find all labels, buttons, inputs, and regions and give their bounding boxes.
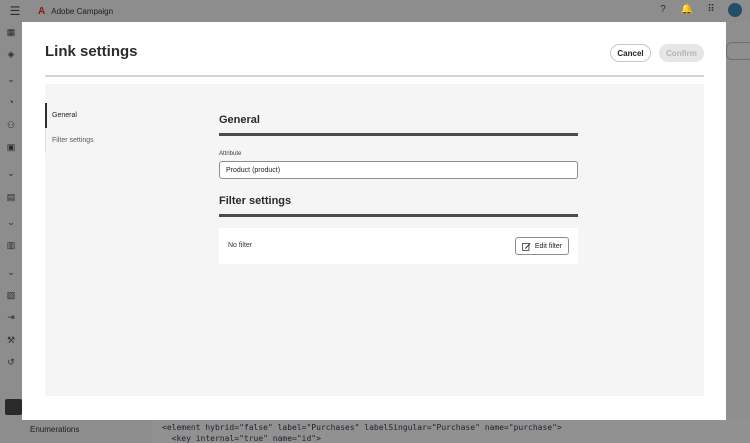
code-line: <element hybrid="false" label="Purchases…	[162, 423, 562, 432]
report-icon[interactable]: ▤	[6, 192, 16, 202]
nav-item-filter-settings[interactable]: Filter settings	[45, 128, 135, 153]
help-icon[interactable]: ?	[656, 3, 670, 17]
chevron-down-icon[interactable]: ⌄	[6, 168, 16, 178]
settings-nav: General Filter settings	[45, 103, 135, 153]
nav-item-label: Filter settings	[52, 137, 94, 144]
enumerations-icon[interactable]: ☷	[6, 402, 16, 412]
cancel-button[interactable]: Cancel	[610, 44, 651, 62]
data-icon[interactable]: ▧	[6, 290, 16, 300]
chevron-down-icon[interactable]: ⌄	[6, 217, 16, 227]
section-divider	[219, 214, 578, 217]
avatar[interactable]	[728, 3, 742, 17]
menu-icon[interactable]: ☰	[0, 4, 30, 18]
confirm-button[interactable]: Confirm	[659, 44, 704, 62]
audience-icon[interactable]: ⚇	[6, 120, 16, 130]
user-icon[interactable]: ◔	[6, 97, 16, 107]
nav-item-general[interactable]: General	[45, 103, 135, 128]
chevron-down-icon[interactable]: ⌄	[6, 267, 16, 277]
edit-icon	[522, 242, 531, 251]
background-footer: Enumerations <element hybrid="false" lab…	[22, 420, 750, 443]
import-icon[interactable]: ⇥	[6, 312, 16, 322]
link-settings-dialog: Link settings Cancel Confirm General Fil…	[22, 22, 726, 420]
tools-icon[interactable]: ⚒	[6, 335, 16, 345]
general-section-title: General	[219, 114, 260, 126]
background-button	[726, 42, 750, 60]
nav-item-label: General	[52, 112, 77, 119]
code-line: <key internal="true" name="id">	[162, 434, 321, 443]
title-divider	[45, 75, 704, 77]
section-divider	[219, 133, 578, 136]
notification-icon[interactable]: 🔔	[680, 3, 694, 17]
adobe-logo-icon: A	[38, 5, 46, 17]
dialog-body: General Filter settings General Attribut…	[45, 84, 704, 396]
shield-icon[interactable]: ◈	[6, 49, 16, 59]
dialog-title: Link settings	[45, 43, 138, 60]
edit-filter-label: Edit filter	[534, 242, 563, 250]
filter-status: No filter	[228, 242, 253, 249]
chevron-down-icon[interactable]: ⌄	[6, 74, 16, 84]
analytics-icon[interactable]: ▥	[6, 240, 16, 250]
app-logo: A Adobe Campaign	[38, 6, 113, 17]
apps-icon[interactable]: ⠿	[704, 3, 718, 17]
side-navigation: ▦ ◈ ⌄ ◔ ⚇ ▣ ⌄ ▤ ⌄ ▥ ⌄ ▧ ⇥ ⚒ ↺ ☷	[0, 22, 22, 443]
inbox-icon[interactable]: ▣	[6, 142, 16, 152]
chart-icon[interactable]: ▦	[6, 27, 16, 37]
code-text: <element hybrid="false" label="Purchases…	[162, 422, 562, 443]
history-icon[interactable]: ↺	[6, 357, 16, 367]
filter-section-title: Filter settings	[219, 195, 292, 207]
enumerations-label[interactable]: Enumerations	[30, 425, 79, 434]
attribute-label: Attribute	[219, 151, 242, 157]
app-name: Adobe Campaign	[51, 6, 114, 16]
app-header: ☰ A Adobe Campaign ? 🔔 ⠿	[0, 0, 750, 22]
edit-filter-button[interactable]: Edit filter	[515, 237, 569, 255]
background-panel	[726, 22, 750, 443]
filter-panel: No filter Edit filter	[219, 228, 578, 264]
attribute-field[interactable]: Product (product)	[219, 161, 578, 179]
attribute-value: Product (product)	[226, 166, 281, 174]
